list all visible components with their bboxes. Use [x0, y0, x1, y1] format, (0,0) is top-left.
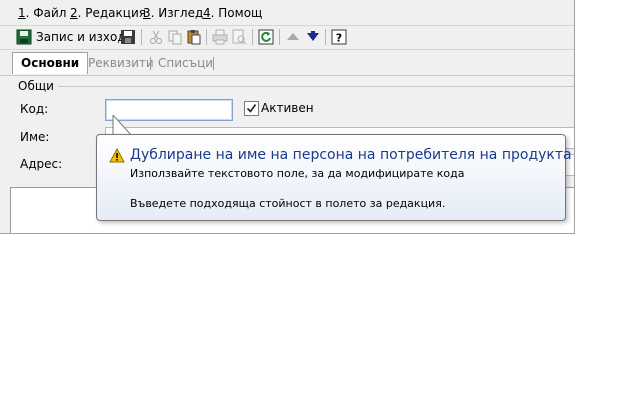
copy-button[interactable] [167, 28, 183, 46]
floppy-icon [120, 29, 136, 45]
menu-view-key: 3 [143, 6, 151, 20]
menu-edit[interactable]: 2. Редакция [70, 6, 146, 20]
menu-file-key: 1 [18, 6, 26, 20]
menu-file[interactable]: 1. Файл [18, 6, 66, 20]
move-up-button[interactable] [285, 28, 301, 46]
toolbar-separator [141, 29, 142, 45]
menu-file-label: . Файл [25, 6, 67, 20]
cut-button[interactable] [148, 28, 164, 46]
active-checkbox[interactable] [244, 101, 259, 116]
menu-help-label: . Помощ [210, 6, 263, 20]
save-exit-button[interactable]: Запис и изход [16, 28, 126, 46]
tab-separator [213, 57, 214, 70]
toolbar-separator [279, 29, 280, 45]
print-preview-icon [231, 29, 247, 45]
address-label: Адрес: [20, 157, 63, 171]
copy-icon [167, 29, 183, 45]
help-button[interactable]: ? [331, 28, 347, 46]
save-icon [16, 29, 32, 45]
group-divider [58, 86, 574, 87]
group-label: Общи [18, 79, 54, 93]
help-icon: ? [331, 29, 347, 45]
refresh-icon [258, 29, 274, 45]
checkmark-icon [246, 104, 257, 113]
move-down-button[interactable] [305, 28, 321, 46]
paste-button[interactable] [186, 28, 202, 46]
tab-strip: Основни Реквизити Списъци [0, 50, 574, 76]
name-label: Име: [20, 130, 50, 144]
menu-edit-label: . Редакция [77, 6, 146, 20]
toolbar-separator [206, 29, 207, 45]
save-button[interactable] [120, 28, 136, 46]
active-label: Активен [261, 101, 314, 115]
svg-text:?: ? [336, 32, 342, 45]
print-preview-button[interactable] [231, 28, 247, 46]
toolbar-separator [325, 29, 326, 45]
arrow-down-icon [305, 29, 321, 45]
warning-icon [109, 148, 125, 163]
menu-view-label: . Изглед [150, 6, 204, 20]
tab-lists[interactable]: Списъци [150, 54, 221, 72]
refresh-button[interactable] [258, 28, 274, 46]
scissors-icon [148, 29, 164, 45]
arrow-up-icon [285, 29, 301, 45]
code-label: Код: [20, 102, 49, 116]
balloon-title: Дублиране на име на персона на потребите… [130, 147, 572, 163]
balloon-hint: Въведете подходяща стойност в полето за … [130, 197, 446, 210]
tab-basic[interactable]: Основни [12, 52, 89, 74]
validation-balloon: Дублиране на име на персона на потребите… [96, 134, 572, 221]
printer-icon [212, 29, 228, 45]
save-exit-label: Запис и изход [36, 30, 126, 44]
menu-help-key: 4 [203, 6, 211, 20]
print-button[interactable] [212, 28, 228, 46]
toolbar: Запис и изход ? [0, 26, 574, 50]
paste-icon [186, 29, 202, 45]
menu-view[interactable]: 3. Изглед [143, 6, 203, 20]
menu-edit-key: 2 [70, 6, 78, 20]
menu-help[interactable]: 4. Помощ [203, 6, 262, 20]
balloon-message: Използвайте текстовото поле, за да модиф… [130, 167, 465, 180]
menu-bar: 1. Файл 2. Редакция 3. Изглед 4. Помощ [0, 0, 574, 26]
toolbar-separator [252, 29, 253, 45]
